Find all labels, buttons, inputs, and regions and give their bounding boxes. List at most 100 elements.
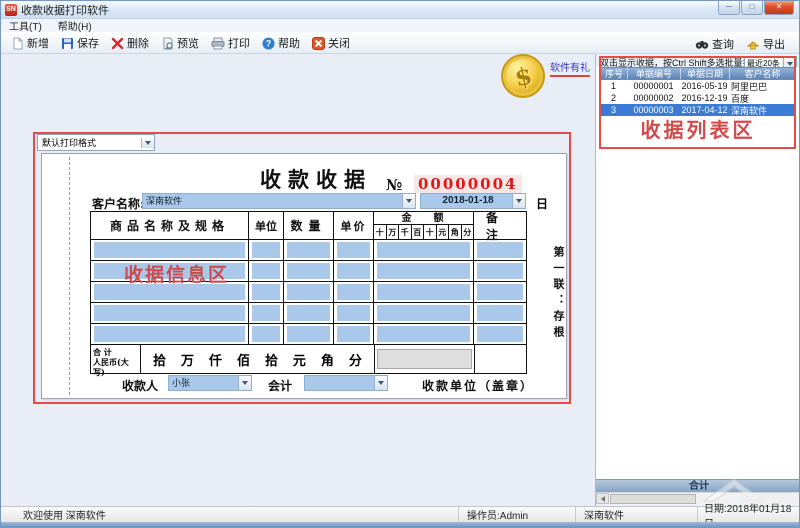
close-x-icon <box>312 37 325 50</box>
maximize-button[interactable]: □ <box>741 1 763 15</box>
item-input-field[interactable] <box>252 305 280 321</box>
receipt-cell <box>249 282 284 302</box>
total-digit: 仟 <box>209 350 222 369</box>
receipt-list-panel: 双击显示收据，按Ctrl Shift多选批量打印 最近20条 序号 单据编号 单… <box>595 54 800 506</box>
preview-button[interactable]: 预览 <box>155 33 205 53</box>
item-input-field[interactable] <box>377 305 470 321</box>
item-input-field[interactable] <box>287 326 330 342</box>
item-input-field[interactable] <box>287 305 330 321</box>
print-format-select[interactable]: 默认打印格式 <box>37 134 155 151</box>
amount-digit-header: 十 <box>424 225 437 239</box>
chevron-down-icon[interactable] <box>402 194 415 208</box>
item-input-field[interactable] <box>94 242 245 258</box>
receipt-cell <box>334 240 374 260</box>
receipt-info-annotation: 收据信息区 <box>124 260 229 287</box>
list-cell: 百度 <box>729 92 796 104</box>
gold-coin-icon[interactable]: $ <box>501 54 545 98</box>
item-input-field[interactable] <box>377 242 470 258</box>
total-amount-field[interactable] <box>377 349 472 369</box>
date-suffix: 日 <box>536 195 548 212</box>
receipt-cell <box>474 240 526 260</box>
minimize-button[interactable]: ─ <box>718 1 740 15</box>
item-input-field[interactable] <box>337 326 370 342</box>
item-input-field[interactable] <box>287 263 330 279</box>
chevron-down-icon[interactable] <box>512 194 525 208</box>
close-app-button[interactable]: 关闭 <box>306 33 356 53</box>
item-input-field[interactable] <box>477 305 523 321</box>
window-title: 收款收据打印软件 <box>21 2 109 18</box>
item-input-field[interactable] <box>252 284 280 300</box>
save-button[interactable]: 保存 <box>55 33 105 53</box>
print-button[interactable]: 打印 <box>205 33 256 53</box>
accountant-value <box>305 376 374 390</box>
toolbar: 新增 保存 删除 预览 打印 ? 帮助 关闭 查询 <box>1 32 799 54</box>
chevron-down-icon[interactable] <box>374 376 387 390</box>
item-input-field[interactable] <box>252 263 280 279</box>
total-label: 合 计 人民币(大写) <box>91 345 141 373</box>
status-operator: 操作员:Admin <box>459 507 576 522</box>
query-button[interactable]: 查询 <box>689 34 740 54</box>
print-label: 打印 <box>228 35 250 51</box>
query-label: 查询 <box>712 36 734 52</box>
status-bar: 欢迎使用 深南软件 操作员:Admin 深南软件 日期:2018年01月18日 <box>1 506 800 522</box>
receipt-paper: 收款收据 № 00000004 客户名称: 深南软件 2018-01-18 日 … <box>41 153 567 399</box>
close-window-button[interactable]: ✕ <box>764 1 794 15</box>
receipt-total-row: 合 计 人民币(大写) 拾万仟佰拾元角分 <box>91 345 526 373</box>
delete-button[interactable]: 删除 <box>105 33 155 53</box>
receipt-cell <box>91 324 249 344</box>
col-date: 单据日期 <box>681 68 730 79</box>
promo-link[interactable]: 软件有礼 <box>550 59 590 77</box>
item-input-field[interactable] <box>94 305 245 321</box>
list-row[interactable]: 2000000022016-12-19百度 <box>600 92 796 104</box>
help-button[interactable]: ? 帮助 <box>256 33 306 53</box>
item-input-field[interactable] <box>377 326 470 342</box>
list-row[interactable]: 1000000012016-05-19阿里巴巴 <box>600 80 796 92</box>
item-input-field[interactable] <box>287 284 330 300</box>
accountant-select[interactable] <box>304 375 388 391</box>
item-input-field[interactable] <box>337 284 370 300</box>
new-button[interactable]: 新增 <box>5 33 55 53</box>
menu-help[interactable]: 帮助(H) <box>58 18 92 33</box>
item-input-field[interactable] <box>252 242 280 258</box>
item-input-field[interactable] <box>94 326 245 342</box>
item-input-field[interactable] <box>477 326 523 342</box>
item-input-field[interactable] <box>337 305 370 321</box>
export-button[interactable]: 导出 <box>740 34 791 54</box>
item-input-field[interactable] <box>377 263 470 279</box>
payee-select[interactable]: 小张 <box>168 375 252 391</box>
item-input-field[interactable] <box>477 242 523 258</box>
item-input-field[interactable] <box>337 242 370 258</box>
item-input-field[interactable] <box>337 263 370 279</box>
item-input-field[interactable] <box>477 263 523 279</box>
preview-magnifier-icon <box>161 37 174 50</box>
receipt-cell <box>249 240 284 260</box>
item-input-field[interactable] <box>252 326 280 342</box>
menu-tools[interactable]: 工具(T) <box>9 18 42 33</box>
receipt-date-value: 2018-01-18 <box>421 194 512 208</box>
customer-name-select[interactable]: 深南软件 <box>142 193 416 209</box>
total-remark-cell <box>474 345 526 373</box>
col-qty-header: 数量 <box>284 212 334 239</box>
receipt-cell <box>249 324 284 344</box>
list-cell: 1 <box>600 80 627 92</box>
receipt-cell <box>474 261 526 281</box>
chevron-down-icon[interactable] <box>238 376 251 390</box>
amount-header-label: 金额 <box>374 212 473 225</box>
help-label: 帮助 <box>278 35 300 51</box>
receipt-date-select[interactable]: 2018-01-18 <box>420 193 526 209</box>
receipt-cell <box>249 261 284 281</box>
item-input-field[interactable] <box>287 242 330 258</box>
receipt-cell <box>284 303 334 323</box>
item-input-field[interactable] <box>377 284 470 300</box>
customer-name-label: 客户名称: <box>92 195 144 212</box>
col-remark-header: 备注 <box>474 212 526 239</box>
chevron-down-icon[interactable] <box>141 138 154 148</box>
app-icon: SN <box>5 4 17 16</box>
item-input-field[interactable] <box>477 284 523 300</box>
payee-value: 小张 <box>169 376 238 390</box>
export-icon <box>746 38 760 50</box>
scrollbar-thumb[interactable] <box>610 494 696 504</box>
receipt-cell <box>91 240 249 260</box>
scroll-left-arrow[interactable] <box>596 493 609 504</box>
help-question-icon: ? <box>262 37 275 50</box>
